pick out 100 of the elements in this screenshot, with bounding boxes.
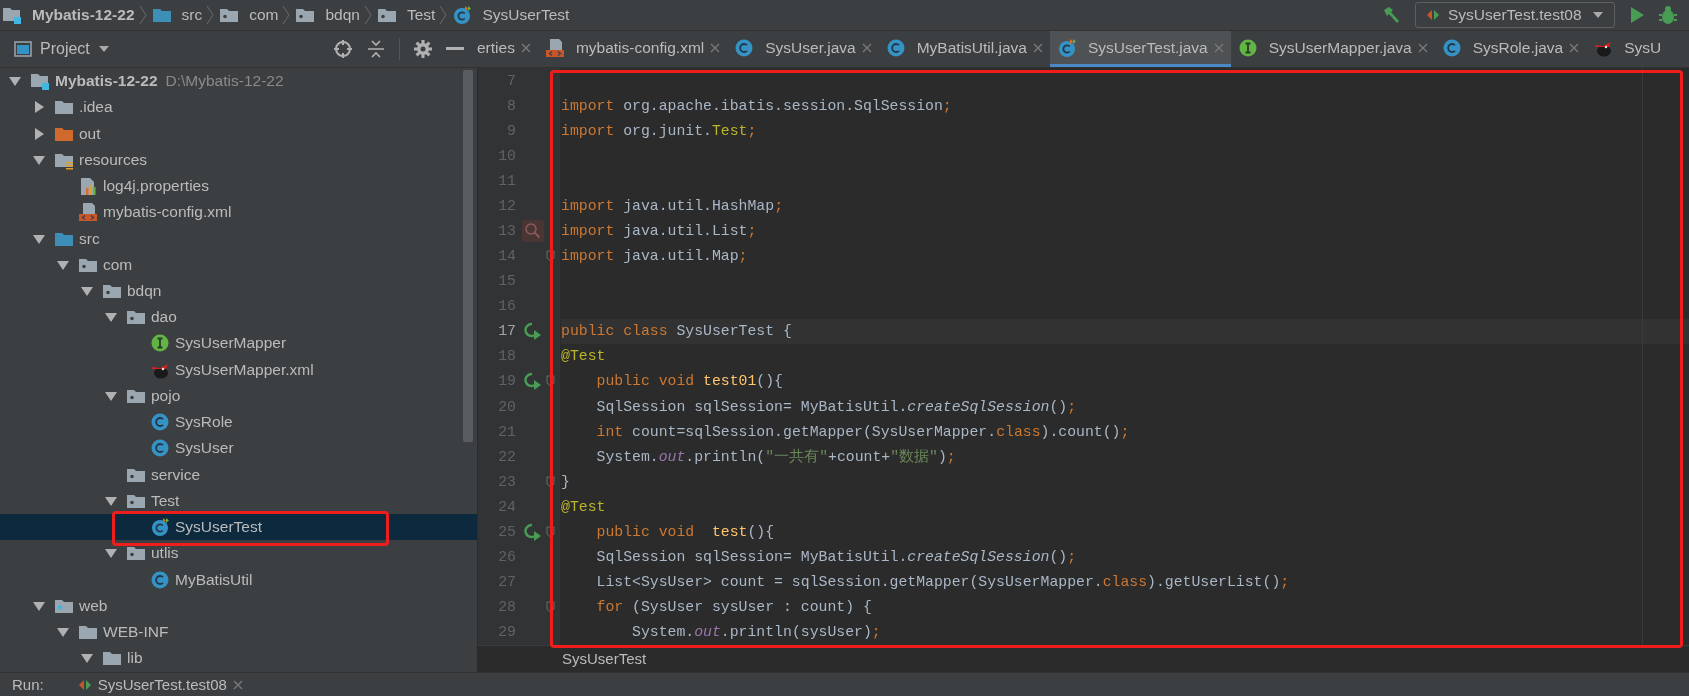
fold-marker-icon[interactable] bbox=[546, 250, 555, 263]
editor-tab[interactable]: SysUserMapper.java bbox=[1230, 31, 1435, 67]
collapse-all-icon[interactable] bbox=[367, 39, 385, 59]
scrollbar-thumb[interactable] bbox=[463, 70, 473, 442]
code-line: import java.util.List; bbox=[561, 222, 758, 241]
code-line: } bbox=[561, 472, 571, 492]
breadcrumb-item[interactable]: Mybatis-12-22 bbox=[32, 6, 135, 24]
expand-arrow-icon[interactable] bbox=[32, 100, 46, 115]
tree-item[interactable]: src bbox=[0, 225, 477, 252]
code-line: import java.util.HashMap; bbox=[561, 196, 784, 216]
tree-item[interactable]: out bbox=[0, 120, 477, 147]
settings-icon[interactable] bbox=[414, 40, 432, 58]
editor-tab[interactable]: erties bbox=[470, 31, 538, 67]
run-test-icon[interactable] bbox=[524, 322, 542, 341]
project-view-dropdown[interactable]: Project bbox=[14, 40, 110, 58]
tree-item[interactable]: .idea bbox=[0, 94, 477, 121]
project-path: D:\Mybatis-12-22 bbox=[165, 72, 284, 91]
editor-tab[interactable]: mybatis-config.xml bbox=[537, 31, 728, 67]
hammer-icon[interactable] bbox=[1381, 5, 1401, 25]
code-line: SqlSession sqlSession= MyBatisUtil.createSqlSession(); bbox=[595, 397, 1078, 417]
code-line: SqlSession sqlSession= MyBatisUtil.createSqlSession(); bbox=[595, 548, 1078, 567]
test-class-icon bbox=[1056, 37, 1077, 58]
chevron-icon bbox=[206, 5, 216, 25]
close-icon[interactable] bbox=[1032, 42, 1043, 53]
xml-file-icon bbox=[544, 37, 565, 58]
tree-item[interactable]: web bbox=[0, 592, 477, 619]
fold-marker-icon[interactable] bbox=[546, 525, 555, 538]
class-icon bbox=[150, 438, 170, 459]
tree-item[interactable]: bdqn bbox=[0, 277, 477, 305]
editor-tab[interactable]: MyBatisUtil.java bbox=[878, 31, 1050, 67]
tree-item[interactable]: SysRole bbox=[0, 409, 477, 436]
editor-breadcrumb[interactable]: SysUserTest bbox=[562, 650, 647, 668]
code-line: int count=sqlSession.getMapper(SysUserMapper.class).count(); bbox=[595, 422, 1131, 442]
bug-icon[interactable] bbox=[1659, 5, 1677, 25]
caret-icon bbox=[1592, 11, 1604, 19]
tree-item[interactable]: service bbox=[0, 461, 477, 488]
tree-item[interactable]: Test bbox=[0, 487, 477, 514]
run-configuration-dropdown[interactable]: SysUserTest.test08 bbox=[1415, 2, 1615, 28]
tree-item[interactable]: log4j.properties bbox=[0, 172, 477, 200]
tree-item[interactable]: SysUserTest bbox=[0, 514, 477, 541]
tree-item[interactable]: dao bbox=[0, 304, 477, 331]
minimize-icon[interactable] bbox=[446, 47, 464, 51]
caret-icon bbox=[97, 45, 110, 53]
tree-item[interactable]: SysUserMapper bbox=[0, 330, 477, 357]
run-label: Run: bbox=[12, 676, 44, 693]
close-icon[interactable] bbox=[1569, 42, 1580, 53]
code-line: for (SysUser sysUser : count) { bbox=[595, 598, 873, 618]
fold-marker-icon[interactable] bbox=[546, 475, 555, 488]
chevron-icon bbox=[363, 5, 373, 25]
close-icon[interactable] bbox=[1417, 42, 1428, 53]
tree-item[interactable]: WEB-INF bbox=[0, 618, 477, 646]
run-tab[interactable]: SysUserTest.test08 bbox=[71, 675, 249, 694]
code-line: import java.util.Map; bbox=[561, 247, 749, 267]
code-line: @Test bbox=[561, 347, 607, 367]
interface-icon bbox=[1237, 37, 1258, 58]
close-icon[interactable] bbox=[861, 42, 872, 53]
expand-arrow-icon[interactable] bbox=[32, 126, 46, 141]
close-icon[interactable] bbox=[710, 42, 721, 53]
tree-item[interactable]: resources bbox=[0, 146, 477, 173]
breadcrumb-item[interactable]: com bbox=[249, 6, 279, 24]
breadcrumb-item[interactable]: bdqn bbox=[325, 6, 360, 24]
editor-tab[interactable]: SysUser.java bbox=[727, 31, 879, 67]
xml-file-icon bbox=[78, 202, 98, 223]
run-test-icon[interactable] bbox=[524, 372, 542, 391]
tree-item[interactable]: com bbox=[0, 251, 477, 278]
run-icon[interactable] bbox=[1629, 6, 1645, 24]
tree-item[interactable]: utlis bbox=[0, 540, 477, 567]
code-line: import org.junit.Test; bbox=[561, 121, 758, 141]
test-run-icon bbox=[77, 677, 92, 692]
fold-marker-icon[interactable] bbox=[546, 375, 555, 388]
test-run-icon bbox=[1426, 8, 1440, 22]
expand-arrow-icon[interactable] bbox=[80, 284, 94, 298]
code-line: public void test01(){ bbox=[595, 372, 784, 392]
tree-item[interactable]: SysUser bbox=[0, 435, 477, 462]
chevron-icon bbox=[138, 5, 148, 25]
code-line: @Test bbox=[561, 497, 607, 517]
line-number: 17 bbox=[497, 322, 517, 342]
tree-item[interactable]: lib bbox=[0, 645, 477, 672]
breadcrumb-item[interactable]: SysUserTest bbox=[482, 6, 570, 24]
class-icon bbox=[734, 37, 755, 58]
close-icon[interactable] bbox=[520, 42, 531, 53]
test-class-icon bbox=[452, 5, 473, 25]
target-icon[interactable] bbox=[333, 39, 353, 59]
tree-item[interactable]: Mybatis-12-22 D:\Mybatis-12-22 bbox=[0, 68, 477, 95]
fold-marker-icon[interactable] bbox=[546, 601, 555, 614]
editor-tab[interactable]: SysUserTest.java bbox=[1049, 31, 1231, 67]
class-icon bbox=[1441, 37, 1462, 58]
editor-tab[interactable]: SysRole.java bbox=[1434, 31, 1587, 67]
search-icon[interactable] bbox=[522, 220, 544, 242]
editor-tab[interactable]: SysU bbox=[1586, 31, 1669, 67]
breadcrumb-item[interactable]: src bbox=[181, 6, 203, 24]
tree-item[interactable]: SysUserMapper.xml bbox=[0, 356, 477, 383]
tree-item[interactable]: pojo bbox=[0, 382, 477, 410]
interface-icon bbox=[150, 333, 170, 354]
tree-item[interactable]: mybatis-config.xml bbox=[0, 199, 477, 226]
module-folder-icon bbox=[2, 5, 22, 25]
run-test-icon[interactable] bbox=[524, 522, 542, 541]
breadcrumb-item[interactable]: Test bbox=[406, 6, 436, 24]
close-icon[interactable] bbox=[232, 679, 243, 690]
tree-item[interactable]: MyBatisUtil bbox=[0, 566, 477, 593]
